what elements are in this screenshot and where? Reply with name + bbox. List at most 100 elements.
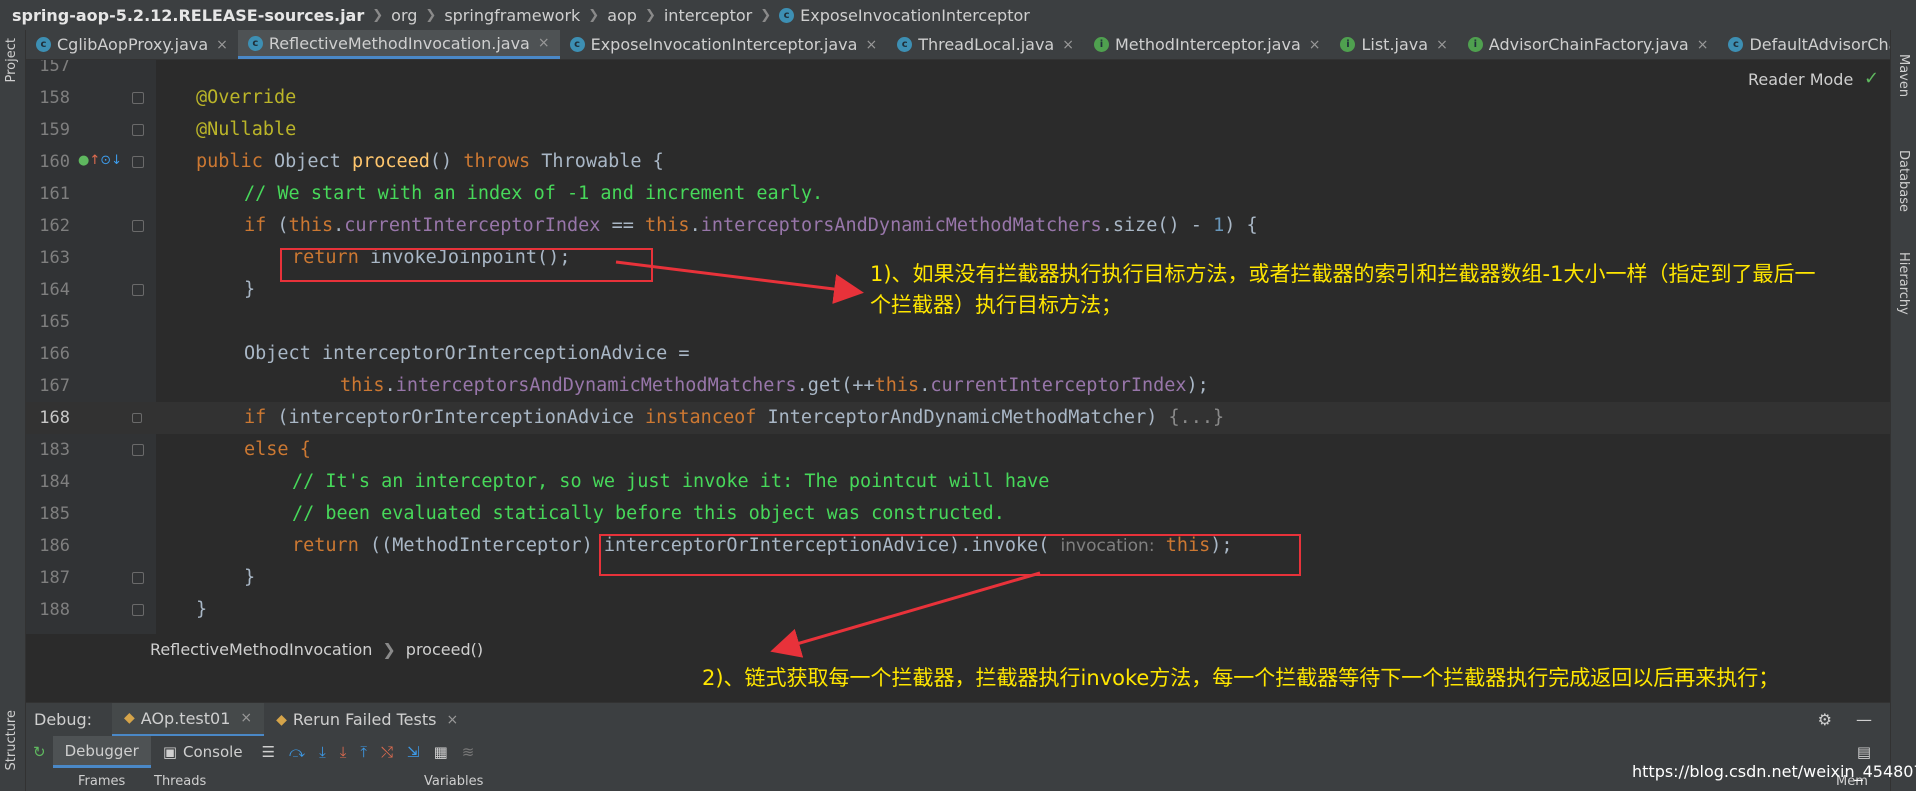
database-tool-button[interactable]: Database xyxy=(1896,150,1911,212)
tab-label: List.java xyxy=(1361,35,1429,54)
tab-label: MethodInterceptor.java xyxy=(1114,35,1301,54)
close-icon[interactable]: × xyxy=(1697,37,1709,53)
folded-code-block[interactable]: {...} xyxy=(1168,407,1224,428)
tab-thread-local[interactable]: c ThreadLocal.java × xyxy=(887,30,1084,59)
debugger-tab[interactable]: Debugger xyxy=(52,736,151,768)
breadcrumb-item-org[interactable]: org xyxy=(391,6,417,25)
line-number: 185 xyxy=(39,504,70,524)
step-out-icon[interactable]: ⤒ xyxy=(353,743,374,761)
fold-marker-icon[interactable] xyxy=(132,220,144,232)
code-line: 160 ●↑⊙↓ public Object proceed() throws … xyxy=(26,146,1890,178)
breadcrumb-item-interceptor[interactable]: interceptor xyxy=(664,6,752,25)
interface-icon: i xyxy=(1093,37,1109,52)
tab-advisor-chain-factory[interactable]: i AdvisorChainFactory.java × xyxy=(1458,30,1719,59)
code-breadcrumb-method[interactable]: proceed() xyxy=(406,640,483,659)
tab-label: CglibAopProxy.java xyxy=(57,35,209,54)
debug-tab-label: Rerun Failed Tests xyxy=(292,710,437,729)
fold-marker-icon[interactable] xyxy=(132,156,144,168)
chevron-right-icon: ❯ xyxy=(382,640,396,659)
frames-tab[interactable]: Frames xyxy=(78,774,125,789)
fold-marker-icon[interactable] xyxy=(132,572,144,584)
expand-fold-icon[interactable] xyxy=(132,413,142,423)
fold-marker-icon[interactable] xyxy=(132,444,144,456)
close-icon[interactable]: × xyxy=(865,37,877,53)
structure-tool-button[interactable]: Structure xyxy=(4,710,19,770)
step-into-icon[interactable]: ⤓ xyxy=(312,743,333,761)
code-text: // We start with an index of -1 and incr… xyxy=(244,183,824,204)
fold-marker-icon[interactable] xyxy=(132,284,144,296)
debug-tab-aop-test01[interactable]: ◆ AOp.test01 × xyxy=(112,702,265,737)
code-line: 161 // We start with an index of -1 and … xyxy=(26,178,1890,210)
tab-expose-invocation-interceptor[interactable]: c ExposeInvocationInterceptor.java × xyxy=(560,30,888,59)
line-number: 186 xyxy=(39,536,70,556)
interface-icon: i xyxy=(1340,37,1356,52)
close-icon[interactable]: × xyxy=(1309,37,1321,53)
console-label: Console xyxy=(183,743,243,761)
annotation-note-1-line-2: 个拦截器）执行目标方法； xyxy=(870,293,1122,317)
tab-method-interceptor[interactable]: i MethodInterceptor.java × xyxy=(1084,30,1331,59)
close-icon[interactable]: × xyxy=(240,710,252,726)
code-line: 157 xyxy=(26,60,1890,82)
up-arrow-icon[interactable]: ↑ xyxy=(89,153,100,168)
code-line: 183 else { xyxy=(26,434,1890,466)
force-step-into-icon[interactable]: ⤓ xyxy=(333,743,354,761)
line-number: 168 xyxy=(39,408,70,428)
debug-tab-rerun-failed-tests[interactable]: ◆ Rerun Failed Tests × xyxy=(264,703,470,737)
fold-marker-icon[interactable] xyxy=(132,92,144,104)
run-to-cursor-icon[interactable]: ⇲ xyxy=(400,743,427,761)
class-icon: c xyxy=(36,37,51,52)
maven-tool-button[interactable]: Maven xyxy=(1896,54,1911,97)
debug-gutter-icon[interactable]: ⊙↓ xyxy=(100,153,122,168)
gear-icon[interactable]: ⚙ xyxy=(1818,710,1832,729)
breadcrumb-item-jar[interactable]: spring-aop-5.2.12.RELEASE-sources.jar xyxy=(12,6,364,25)
console-tab[interactable]: ▣ Console xyxy=(151,736,255,768)
close-icon[interactable]: × xyxy=(538,35,550,51)
tab-cglib-aop-proxy[interactable]: c CglibAopProxy.java × xyxy=(26,30,238,59)
tab-default-advisor-chain-factory[interactable]: c DefaultAdvisorChainFactor xyxy=(1718,30,1890,59)
rerun-icon[interactable]: ↻ xyxy=(26,743,53,761)
breadcrumb-item-aop[interactable]: aop xyxy=(607,6,637,25)
trace-icon[interactable]: ≋ xyxy=(455,743,482,761)
close-icon[interactable]: × xyxy=(446,712,458,728)
line-number: 159 xyxy=(39,120,70,140)
fold-marker-icon[interactable] xyxy=(132,124,144,136)
code-line: 185 // been evaluated statically before … xyxy=(26,498,1890,530)
layout-icon[interactable]: ▤ xyxy=(1850,743,1878,761)
close-icon[interactable]: × xyxy=(1436,37,1448,53)
code-line: 158 @Override xyxy=(26,82,1890,114)
step-over-icon[interactable]: ⤼ xyxy=(282,743,312,761)
evaluate-expression-icon[interactable]: ▦ xyxy=(427,743,455,761)
line-number: 187 xyxy=(39,568,70,588)
tab-list[interactable]: i List.java × xyxy=(1330,30,1457,59)
breadcrumb-item-springframework[interactable]: springframework xyxy=(444,6,580,25)
menu-icon[interactable]: ☰ xyxy=(255,743,282,761)
breadcrumb-item-class[interactable]: ExposeInvocationInterceptor xyxy=(800,6,1030,25)
reader-mode-button[interactable]: Reader Mode xyxy=(1748,70,1853,89)
close-icon[interactable]: × xyxy=(1062,37,1074,53)
code-text: if (this.currentInterceptorIndex == this… xyxy=(244,215,1258,236)
debug-tool-window-header: Debug: ◆ AOp.test01 × ◆ Rerun Failed Tes… xyxy=(26,702,1890,737)
code-breadcrumb-class[interactable]: ReflectiveMethodInvocation xyxy=(150,640,372,659)
line-number: 164 xyxy=(39,280,70,300)
code-text: this.interceptorsAndDynamicMethodMatcher… xyxy=(340,375,1209,396)
close-icon[interactable]: × xyxy=(216,37,228,53)
fold-marker-icon[interactable] xyxy=(132,604,144,616)
tab-reflective-method-invocation[interactable]: c ReflectiveMethodInvocation.java × xyxy=(237,30,560,59)
line-number: 161 xyxy=(39,184,70,204)
class-icon: c xyxy=(569,37,585,52)
code-text: if (interceptorOrInterceptionAdvice inst… xyxy=(244,407,1225,428)
highlight-box-invoke-call xyxy=(599,534,1301,576)
chevron-right-icon: ❯ xyxy=(425,7,437,23)
class-icon: c xyxy=(247,35,263,51)
line-number: 165 xyxy=(39,312,70,332)
minimize-icon[interactable]: — xyxy=(1856,710,1872,729)
hierarchy-tool-button[interactable]: Hierarchy xyxy=(1896,252,1911,315)
run-config-icon: ◆ xyxy=(276,711,287,728)
class-icon: c xyxy=(897,37,913,52)
threads-tab[interactable]: Threads xyxy=(154,774,206,789)
project-tool-button[interactable]: Project xyxy=(4,38,19,82)
line-number: 163 xyxy=(39,248,70,268)
override-gutter-icon[interactable]: ● xyxy=(78,153,89,168)
drop-frame-icon[interactable]: ⤭ xyxy=(374,743,400,761)
tab-label: ExposeInvocationInterceptor.java xyxy=(590,35,858,54)
